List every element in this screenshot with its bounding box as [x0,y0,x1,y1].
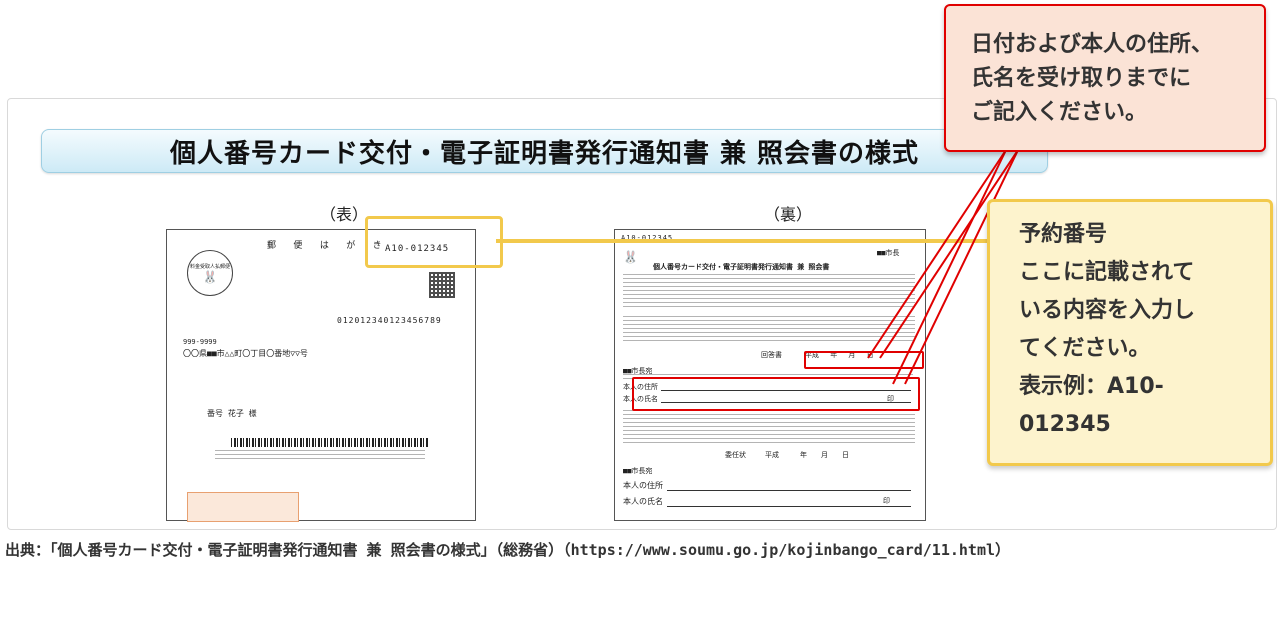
callout-red-line-3: ご記入ください。 [971,100,1148,125]
callout-yellow-line-6: 012345 [1019,412,1111,437]
callout-yellow-line-1: 予約番号 [1019,222,1108,247]
callout-yellow-line-5: 表示例：A10- [1019,374,1164,399]
callout-red-line-1: 日付および本人の住所、 [971,32,1214,57]
callout-red-line-2: 氏名を受け取りまでに [971,66,1192,91]
source-caption: 出典：「個人番号カード交付・電子証明書発行通知書 兼 照会書の様式」（総務省）（… [5,541,1011,559]
date-instruction-callout: 日付および本人の住所、 氏名を受け取りまでに ご記入ください。 [944,4,1266,152]
reservation-number-callout: 予約番号 ここに記載されて いる内容を入力し てください。 表示例：A10- 0… [987,199,1273,466]
callout-yellow-line-3: いる内容を入力し [1019,298,1196,323]
red-connector-1b [867,149,1007,359]
callout-yellow-line-4: てください。 [1019,336,1151,361]
callout-yellow-line-2: ここに記載されて [1019,260,1195,285]
